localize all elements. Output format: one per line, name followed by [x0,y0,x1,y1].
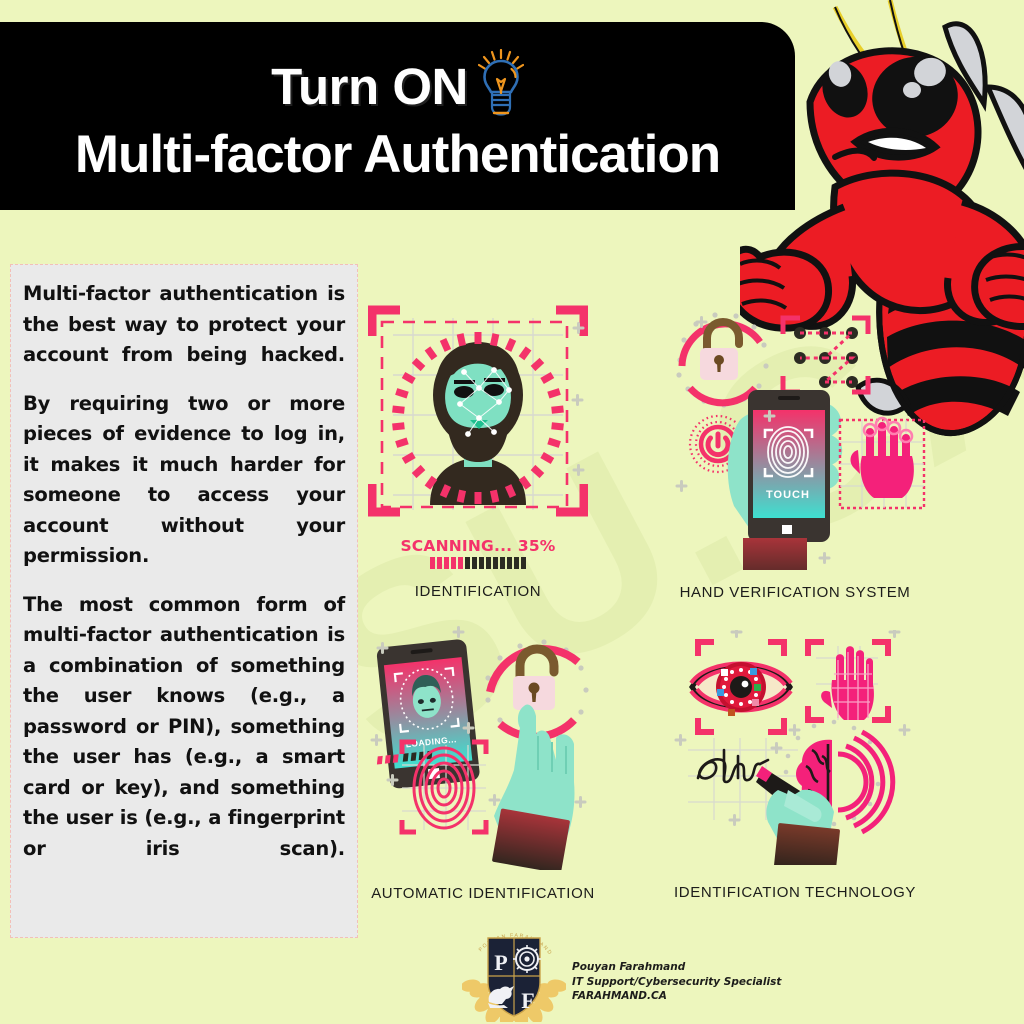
figure-caption-hand-verification: HAND VERIFICATION SYSTEM [679,584,911,601]
figure-caption-automatic-identification: AUTOMATIC IDENTIFICATION [371,885,595,902]
footer-credit-text: Pouyan Farahmand IT Support/Cybersecurit… [572,960,781,1004]
title-line-1-row: Turn ON [271,49,524,123]
body-paragraph-1: Multi-factor authentication is the best … [23,282,345,366]
infographic-canvas: SU.CA Turn ON Multi-factor Authenticatio… [0,0,1024,1024]
logo-letter-p: P [494,950,507,975]
body-text-panel: Multi-factor authentication is the best … [10,264,358,938]
scanning-progress-bar [368,557,588,569]
footer-name: Pouyan Farahmand [572,961,686,973]
body-paragraph-3: The most common form of multi-factor aut… [23,592,345,860]
figure-caption-identification: IDENTIFICATION [414,583,542,600]
header-content: Turn ON Multi-factor Authentication [0,22,795,210]
face-scan-icon [368,305,588,517]
lightbulb-icon [477,49,524,116]
footer-website: FARAHMAND.CA [572,990,667,1002]
face-unlock-fingerprint-icon: LOADING... [370,626,589,870]
logo-letter-f: F [521,988,534,1013]
footer-role: IT Support/Cybersecurity Specialist [572,975,782,988]
figure-caption-identification-technology: IDENTIFICATION TECHNOLOGY [674,884,916,901]
touch-screen-label: TOUCH [766,489,810,501]
hand-fingerprint-phone-icon: TOUCH [675,312,926,570]
page-title-line-1: Turn ON [271,57,468,115]
footer: POUYAN FARAHMAND P F [462,926,781,1022]
scanning-status-text: SCANNING... 35% [400,537,556,555]
body-paragraph-2: By requiring two or more pieces of evide… [23,391,345,568]
page-title-line-2: Multi-factor Authentication [74,125,721,185]
pf-shield-logo: POUYAN FARAHMAND P F [462,933,566,1022]
iris-brain-signature-icon [674,630,911,865]
